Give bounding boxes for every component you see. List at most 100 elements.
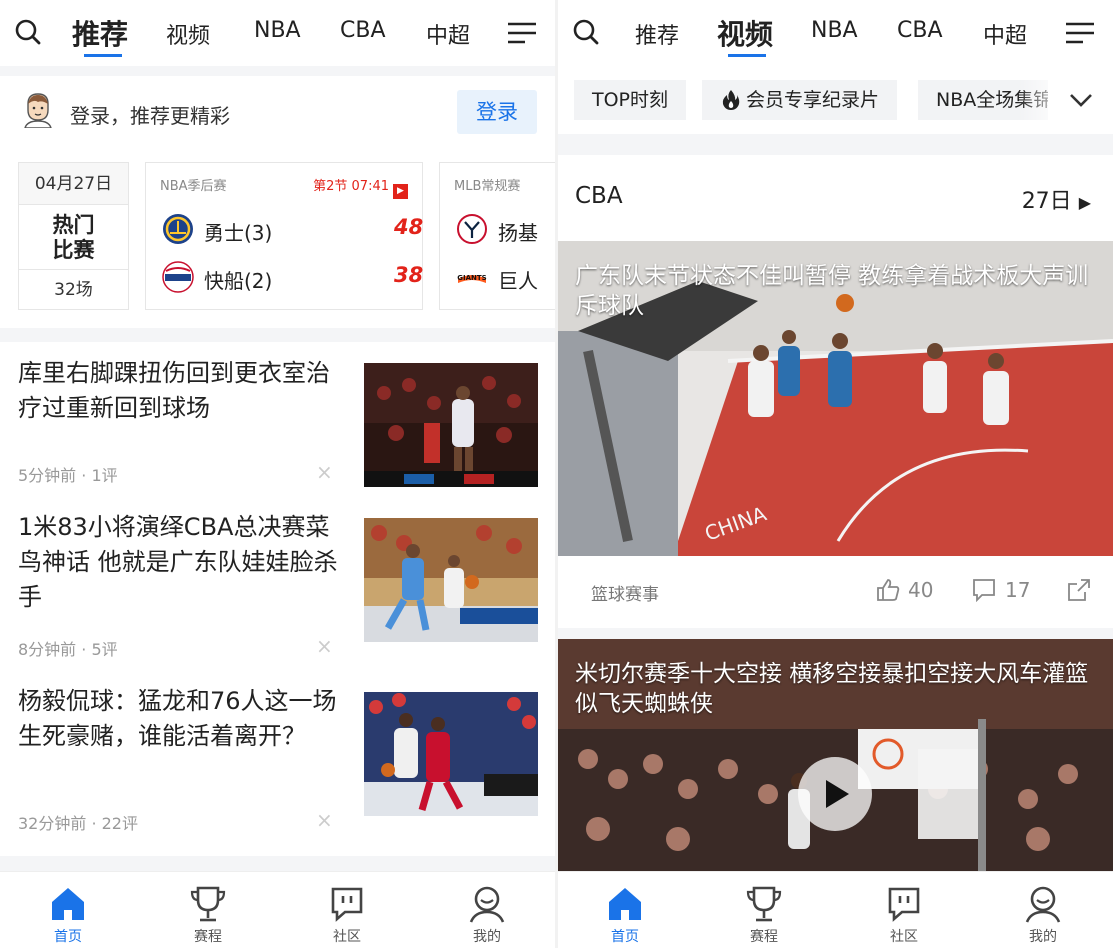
team-score: 38	[394, 263, 424, 287]
section-date: 27日	[1021, 189, 1072, 214]
video-footer: 篮球赛事 40 17	[558, 556, 1113, 628]
news-title[interactable]: 1米83小将演绎CBA总决赛菜鸟神话 他就是广东队娃娃脸杀手	[18, 510, 343, 615]
team-score: 48	[394, 215, 424, 239]
news-meta: 5分钟前 · 1评	[18, 466, 118, 485]
comment-count: 17	[1005, 578, 1031, 602]
news-thumbnail[interactable]	[364, 692, 538, 816]
tab-nba[interactable]: NBA	[254, 18, 301, 43]
tab-csl[interactable]: 中超	[983, 18, 1027, 50]
login-prompt-text: 登录，推荐更精彩	[70, 104, 230, 128]
community-icon	[331, 887, 363, 922]
bottom-nav-label: 社区	[333, 929, 361, 945]
news-item[interactable]: 杨毅侃球：猛龙和76人这一场生死豪赌，谁能活着离开？ 32分钟前 · 22评 ×	[0, 684, 555, 852]
bottom-nav-label: 我的	[1029, 929, 1057, 945]
login-button[interactable]: 登录	[457, 90, 537, 134]
bottom-nav: 首页 赛程 社区 我的	[558, 871, 1113, 948]
chip-label: 会员专享纪录片	[746, 89, 880, 111]
games-count: 32场	[19, 269, 128, 309]
top-nav: 推荐 视频 NBA CBA 中超	[0, 0, 555, 66]
dismiss-icon[interactable]: ×	[316, 634, 333, 658]
bottom-nav-label: 首页	[54, 929, 82, 945]
tab-cba[interactable]: CBA	[340, 18, 386, 43]
play-button[interactable]	[798, 757, 872, 831]
active-tab-indicator	[728, 54, 766, 57]
video-title[interactable]: 米切尔赛季十大空接 横移空接暴扣空接大风车灌篮似飞天蜘蛛侠	[575, 659, 1095, 719]
thumbs-up-icon[interactable]	[876, 578, 900, 602]
home-icon	[609, 888, 641, 920]
tab-csl[interactable]: 中超	[426, 18, 470, 50]
video-title[interactable]: 广东队末节状态不佳叫暂停 教练拿着战术板大声训斥球队	[575, 261, 1095, 321]
news-thumbnail[interactable]	[364, 363, 538, 487]
bottom-nav-label: 赛程	[194, 929, 222, 945]
bottom-nav-home[interactable]: 首页	[585, 872, 665, 948]
team-name: 巨人	[498, 269, 538, 293]
dismiss-icon[interactable]: ×	[316, 808, 333, 832]
separator	[0, 856, 555, 871]
news-meta: 32分钟前 · 22评	[18, 814, 138, 833]
clippers-logo-icon	[162, 261, 194, 293]
tab-video[interactable]: 视频	[166, 18, 210, 50]
menu-icon[interactable]	[1065, 22, 1095, 44]
section-date-link[interactable]: 27日 ▶	[1022, 183, 1091, 215]
video-source[interactable]: 篮球赛事	[591, 580, 659, 605]
chevron-down-icon[interactable]	[1068, 90, 1094, 110]
game-league: MLB常规赛	[454, 179, 521, 194]
team-row: 勇士(3) 48	[160, 211, 424, 247]
separator	[0, 328, 555, 342]
team-row: GIANTS 巨人	[454, 259, 555, 295]
flame-icon	[722, 90, 740, 110]
team-row: 快船(2) 38	[160, 259, 424, 295]
game-card-nba[interactable]: NBA季后赛 第2节 07:41 ▶ 勇士(3) 48 快船(2) 38	[145, 162, 423, 310]
bottom-nav-profile[interactable]: 我的	[447, 872, 527, 948]
tab-recommend[interactable]: 推荐	[72, 13, 128, 53]
game-card-mlb[interactable]: MLB常规赛 扬基 GIANTS 巨人	[439, 162, 555, 310]
news-title[interactable]: 库里右脚踝扭伤回到更衣室治疗过重新回到球场	[18, 356, 343, 426]
yankees-logo-icon	[457, 214, 487, 244]
news-title[interactable]: 杨毅侃球：猛龙和76人这一场生死豪赌，谁能活着离开？	[18, 684, 343, 754]
chip-top-moments[interactable]: TOP时刻	[574, 80, 687, 120]
tab-nba[interactable]: NBA	[811, 18, 858, 43]
category-chips: TOP时刻 会员专享纪录片 NBA全场集锦	[558, 66, 1113, 134]
play-icon	[826, 780, 849, 808]
trophy-icon	[190, 886, 226, 922]
live-status-text: 第2节 07:41	[313, 179, 389, 194]
comment-icon[interactable]	[972, 578, 996, 602]
profile-icon	[469, 886, 505, 923]
news-item[interactable]: 1米83小将演绎CBA总决赛菜鸟神话 他就是广东队娃娃脸杀手 8分钟前 · 5评…	[0, 510, 555, 678]
bottom-nav-schedule[interactable]: 赛程	[168, 872, 248, 948]
bottom-nav-label: 首页	[611, 929, 639, 945]
share-icon[interactable]	[1067, 578, 1091, 602]
tab-recommend[interactable]: 推荐	[635, 18, 679, 50]
team-name: 扬基	[498, 221, 538, 245]
bottom-nav-label: 社区	[890, 929, 918, 945]
bottom-nav-schedule[interactable]: 赛程	[724, 872, 804, 948]
search-icon[interactable]	[572, 18, 600, 46]
hot-games-card[interactable]: 04月27日 热门 比赛 32场	[18, 162, 129, 310]
warriors-logo-icon	[163, 214, 193, 244]
hot-games-line1: 热门	[52, 213, 95, 237]
video-card[interactable]: 米切尔赛季十大空接 横移空接暴扣空接大风车灌篮似飞天蜘蛛侠	[558, 639, 1113, 871]
separator	[0, 66, 555, 76]
news-item[interactable]: 库里右脚踝扭伤回到更衣室治疗过重新回到球场 5分钟前 · 1评 ×	[0, 356, 555, 524]
team-row: 扬基	[454, 211, 555, 247]
news-thumbnail[interactable]	[364, 518, 538, 642]
bottom-nav-label: 我的	[473, 929, 501, 945]
login-prompt: 登录，推荐更精彩 登录	[0, 76, 555, 150]
live-status: 第2节 07:41 ▶	[313, 175, 408, 199]
bottom-nav-community[interactable]: 社区	[307, 872, 387, 948]
tab-cba[interactable]: CBA	[897, 18, 943, 43]
bottom-nav-home[interactable]: 首页	[28, 872, 108, 948]
game-league: NBA季后赛	[160, 179, 227, 194]
bottom-nav-community[interactable]: 社区	[864, 872, 944, 948]
tab-video[interactable]: 视频	[717, 13, 773, 53]
menu-icon[interactable]	[507, 22, 537, 44]
chip-vip-documentary[interactable]: 会员专享纪录片	[702, 80, 898, 120]
hot-games-label: 热门 比赛	[19, 205, 128, 269]
dismiss-icon[interactable]: ×	[316, 460, 333, 484]
bottom-nav-profile[interactable]: 我的	[1003, 872, 1083, 948]
video-card[interactable]: CHINA 广东队末节状态不佳叫暂停 教练拿着战术板大声训斥球队	[558, 241, 1113, 556]
chips-fade	[1018, 80, 1068, 120]
search-icon[interactable]	[14, 18, 42, 46]
caret-right-icon: ▶	[1078, 193, 1091, 212]
top-nav: 推荐 视频 NBA CBA 中超	[558, 0, 1113, 66]
